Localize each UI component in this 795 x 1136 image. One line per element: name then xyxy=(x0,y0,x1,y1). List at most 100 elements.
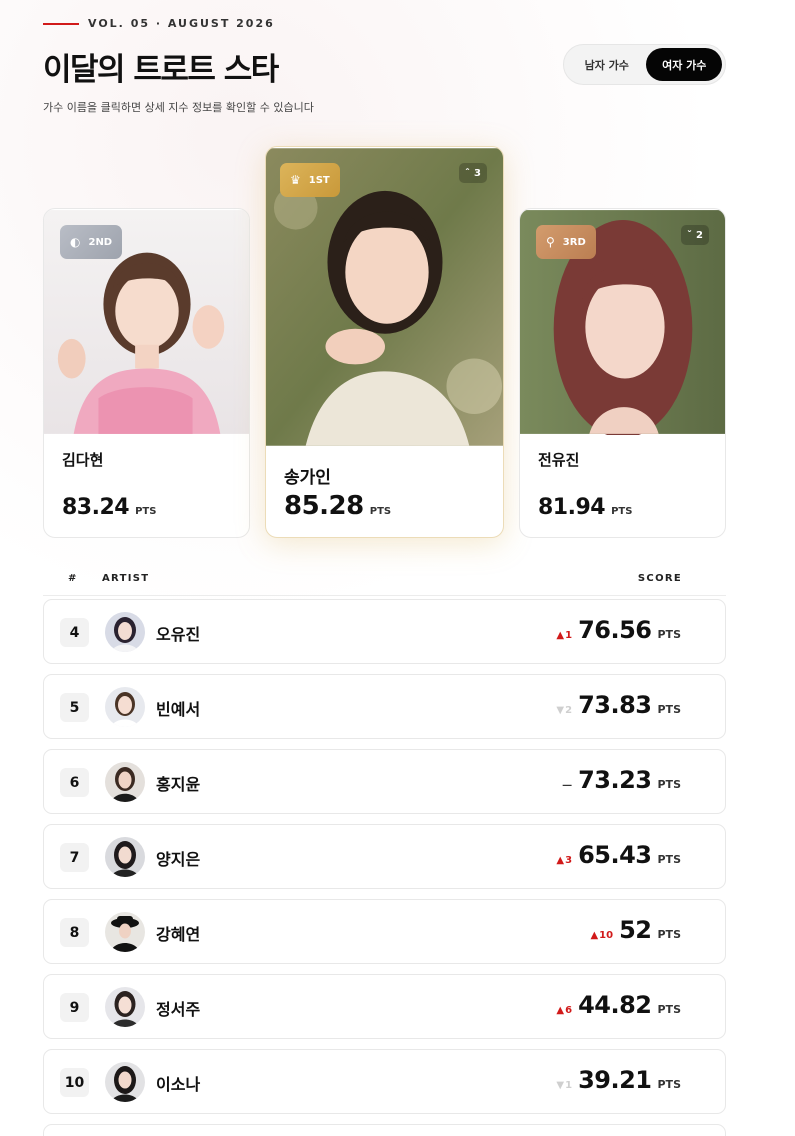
badge-label: 2ND xyxy=(88,236,113,248)
rank-change: ▲ 10 xyxy=(590,930,613,941)
score-value: 81.94 xyxy=(538,495,606,520)
rank-change: ▲ 6 xyxy=(556,1005,572,1016)
rank-change-value: 1 xyxy=(565,1080,573,1091)
rank-number: 7 xyxy=(60,843,89,872)
score-group: ▲ 10 52 PTS xyxy=(590,916,681,944)
singer-score: 83.24 PTS xyxy=(62,495,156,520)
score-unit: PTS xyxy=(657,628,682,641)
issue-label: VOL. 05 · AUGUST 2026 xyxy=(43,17,275,30)
header-artist: ARTIST xyxy=(102,573,150,584)
rank-change: ▼ 1 xyxy=(556,1080,572,1091)
rank-number: 10 xyxy=(60,1068,89,1097)
rank-number: 5 xyxy=(60,693,89,722)
rank-change-value: 1 xyxy=(565,630,573,641)
rank-badge-first: ♛ 1ST xyxy=(280,163,340,197)
table-row[interactable]: 10 이소나 ▼ 1 39.21 PTS xyxy=(43,1049,726,1114)
issue-text: VOL. 05 · AUGUST 2026 xyxy=(88,17,275,30)
table-row[interactable]: 7 양지은 ▲ 3 65.43 PTS xyxy=(43,824,726,889)
gender-toggle: 남자 가수 여자 가수 xyxy=(563,44,726,85)
chevron-up-icon: ˆ xyxy=(465,167,471,179)
triangle-up-icon: ▲ xyxy=(556,1005,565,1016)
triangle-up-icon: ▲ xyxy=(556,855,565,866)
rank-number: 8 xyxy=(60,918,89,947)
podium-card-second[interactable]: ◐ 2ND 김다현 83.24 PTS xyxy=(43,208,250,538)
rank-change: ▼ 2 xyxy=(556,705,572,716)
podium-card-first[interactable]: ♛ 1ST ˆ 3 송가인 85.28 PTS xyxy=(265,146,504,538)
ranking-table-header: # ARTIST SCORE xyxy=(43,568,726,596)
rank-number: 6 xyxy=(60,768,89,797)
podium-card-third[interactable]: ⚲ 3RD ˇ 2 전유진 81.94 PTS xyxy=(519,208,726,538)
avatar xyxy=(105,837,145,877)
rank-change-value: 2 xyxy=(696,229,703,241)
score-group: ▲ 3 65.43 PTS xyxy=(556,841,681,869)
female-singer-tab[interactable]: 여자 가수 xyxy=(646,48,722,81)
table-row[interactable]: 4 오유진 ▲ 1 76.56 PTS xyxy=(43,599,726,664)
dash-icon: — xyxy=(562,780,573,791)
rank-number: 9 xyxy=(60,993,89,1022)
score-group: ▼ 1 39.21 PTS xyxy=(556,1066,681,1094)
male-singer-tab[interactable]: 남자 가수 xyxy=(567,48,646,81)
score-value: 85.28 xyxy=(284,491,364,521)
score-group: ▲ 1 76.56 PTS xyxy=(556,616,681,644)
score-value: 44.82 xyxy=(578,991,652,1019)
artist-name: 정서주 xyxy=(156,1000,201,1019)
singer-name: 김다현 xyxy=(62,451,104,469)
rank-change: ▲ 1 xyxy=(556,630,572,641)
avatar xyxy=(105,612,145,652)
rank-change-value: 2 xyxy=(565,705,573,716)
crown-icon: ♛ xyxy=(290,173,301,187)
rank-badge-second: ◐ 2ND xyxy=(60,225,123,259)
score-group: ▲ 6 44.82 PTS xyxy=(556,991,681,1019)
artist-name: 빈예서 xyxy=(156,700,201,719)
score-group: ▼ 2 73.83 PTS xyxy=(556,691,681,719)
table-row[interactable]: 5 빈예서 ▼ 2 73.83 PTS xyxy=(43,674,726,739)
score-value: 73.23 xyxy=(578,766,652,794)
score-unit: PTS xyxy=(611,506,633,517)
avatar xyxy=(105,687,145,727)
chevron-down-icon: ˇ xyxy=(687,229,693,241)
score-unit: PTS xyxy=(369,506,392,517)
score-unit: PTS xyxy=(657,928,682,941)
singer-score: 85.28 PTS xyxy=(284,491,391,521)
accent-line xyxy=(43,22,79,25)
ribbon-icon: ⚲ xyxy=(546,235,555,249)
table-row[interactable]: 8 강혜연 ▲ 10 52 PTS xyxy=(43,899,726,964)
score-value: 39.21 xyxy=(578,1066,652,1094)
table-row[interactable]: 6 홍지윤 — 73.23 PTS xyxy=(43,749,726,814)
table-row-partial[interactable] xyxy=(43,1124,726,1136)
singer-name: 송가인 xyxy=(284,468,331,488)
rank-change-value: 3 xyxy=(474,167,481,179)
avatar xyxy=(105,987,145,1027)
medal-icon: ◐ xyxy=(70,235,81,249)
triangle-up-icon: ▲ xyxy=(556,630,565,641)
triangle-down-icon: ▼ xyxy=(556,1080,565,1091)
score-value: 52 xyxy=(619,916,652,944)
score-value: 73.83 xyxy=(578,691,652,719)
header-score: SCORE xyxy=(637,573,682,584)
badge-label: 1ST xyxy=(308,174,330,186)
artist-name: 강혜연 xyxy=(156,925,201,944)
score-unit: PTS xyxy=(657,703,682,716)
rank-change: — xyxy=(562,780,572,791)
avatar xyxy=(105,762,145,802)
page-title: 이달의 트로트 스타 xyxy=(43,52,279,88)
artist-name: 양지은 xyxy=(156,850,201,869)
artist-name: 오유진 xyxy=(156,625,201,644)
rank-change-value: 3 xyxy=(565,855,573,866)
avatar xyxy=(105,912,145,952)
rank-change-value: 6 xyxy=(565,1005,573,1016)
score-value: 83.24 xyxy=(62,495,130,520)
score-value: 76.56 xyxy=(578,616,652,644)
rank-number: 4 xyxy=(60,618,89,647)
score-unit: PTS xyxy=(657,853,682,866)
table-row[interactable]: 9 정서주 ▲ 6 44.82 PTS xyxy=(43,974,726,1039)
artist-name: 홍지윤 xyxy=(156,775,201,794)
triangle-up-icon: ▲ xyxy=(590,930,599,941)
avatar xyxy=(105,1062,145,1102)
rank-change-badge: ˆ 3 xyxy=(459,163,487,183)
score-group: — 73.23 PTS xyxy=(562,766,681,794)
score-unit: PTS xyxy=(657,778,682,791)
singer-score: 81.94 PTS xyxy=(538,495,632,520)
header-rank: # xyxy=(68,573,78,584)
badge-label: 3RD xyxy=(562,236,586,248)
